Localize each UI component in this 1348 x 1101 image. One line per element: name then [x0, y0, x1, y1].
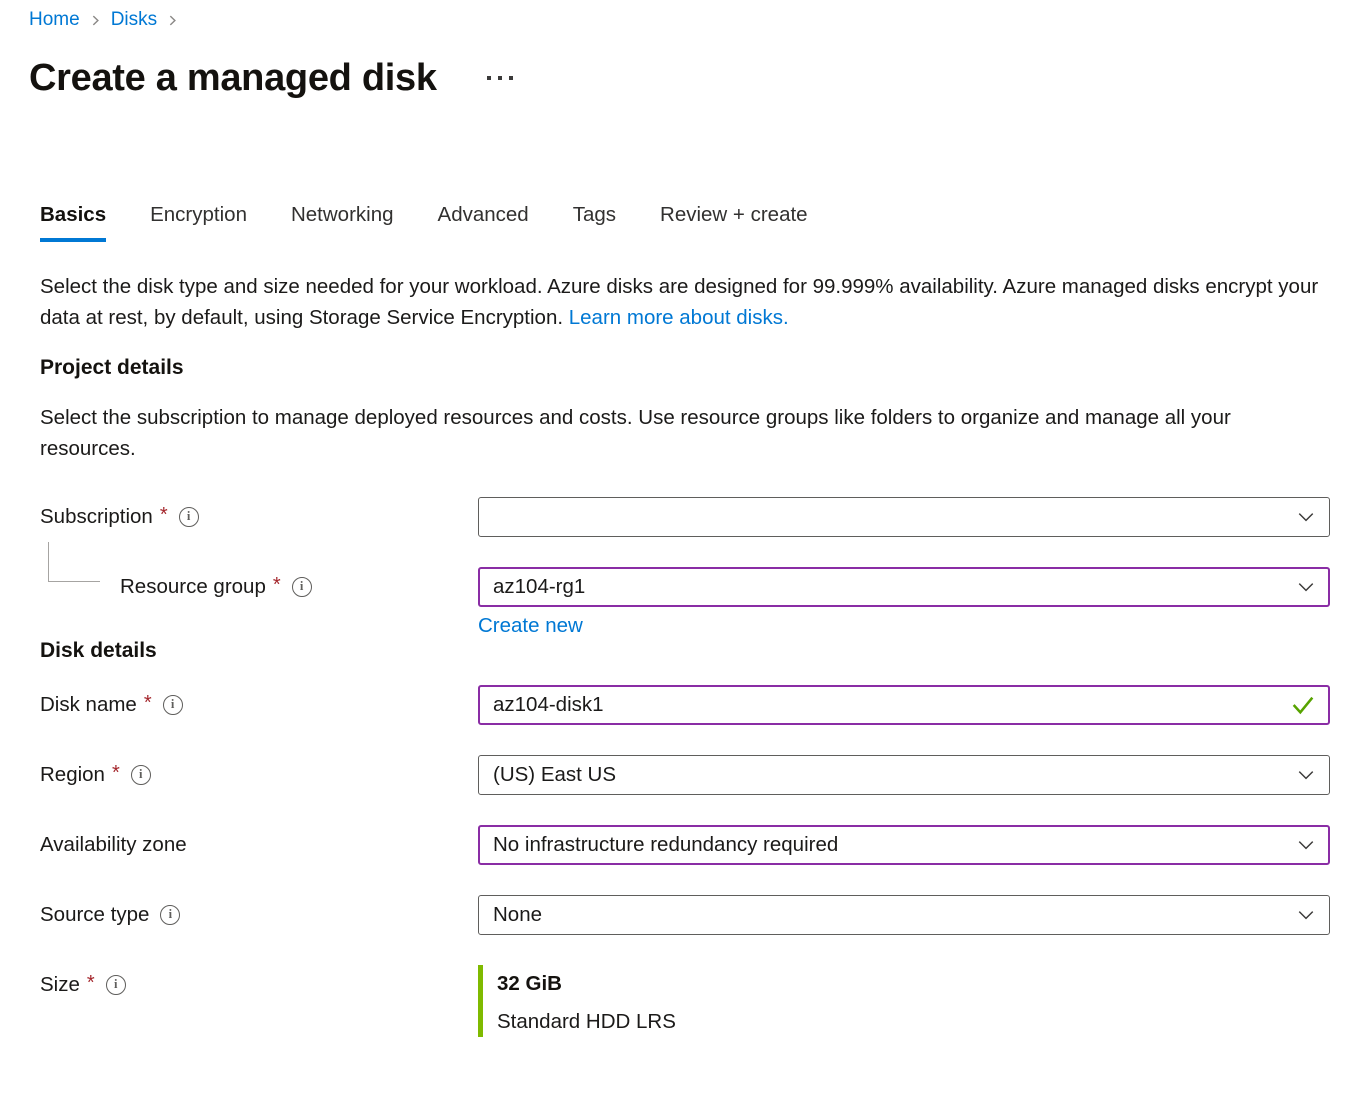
availability-zone-dropdown-value: No infrastructure redundancy required: [493, 833, 838, 857]
subscription-dropdown[interactable]: [478, 497, 1330, 537]
chevron-down-icon: [1297, 766, 1315, 784]
required-marker: *: [87, 972, 95, 995]
region-row: Region * i (US) East US: [40, 755, 1330, 795]
chevron-down-icon: [1297, 578, 1315, 596]
tab-strip: Basics Encryption Networking Advanced Ta…: [40, 202, 1330, 242]
availability-zone-row: Availability zone No infrastructure redu…: [40, 825, 1330, 865]
tab-encryption[interactable]: Encryption: [150, 202, 247, 242]
size-value: 32 GiB: [497, 972, 676, 996]
breadcrumb-link-disks[interactable]: Disks: [111, 9, 157, 31]
indent-connector: [48, 542, 100, 582]
info-icon[interactable]: i: [292, 577, 312, 597]
create-new-resource-group-link[interactable]: Create new: [478, 614, 583, 637]
required-marker: *: [160, 504, 168, 527]
tab-basics[interactable]: Basics: [40, 202, 106, 242]
required-marker: *: [144, 692, 152, 715]
source-type-label: Source type: [40, 903, 149, 927]
create-managed-disk-page: Home Disks Create a managed disk Basics …: [0, 0, 1348, 1037]
disk-name-input[interactable]: [493, 693, 1291, 717]
size-sku: Standard HDD LRS: [497, 1010, 676, 1034]
region-dropdown-value: (US) East US: [493, 763, 616, 787]
check-icon: [1291, 694, 1315, 716]
required-marker: *: [112, 762, 120, 785]
source-type-row: Source type i None: [40, 895, 1330, 935]
region-label: Region: [40, 763, 105, 787]
info-icon[interactable]: i: [106, 975, 126, 995]
source-type-dropdown[interactable]: None: [478, 895, 1330, 935]
resource-group-row: Resource group * i az104-rg1: [40, 567, 1330, 607]
info-icon[interactable]: i: [163, 695, 183, 715]
disk-name-row: Disk name * i: [40, 685, 1330, 725]
required-marker: *: [273, 574, 281, 597]
breadcrumb-link-home[interactable]: Home: [29, 9, 80, 31]
size-row: Size * i 32 GiB Standard HDD LRS: [40, 965, 1330, 1037]
learn-more-link[interactable]: Learn more about disks.: [569, 306, 789, 329]
chevron-down-icon: [1297, 508, 1315, 526]
disk-name-input-box: [478, 685, 1330, 725]
more-options-icon[interactable]: [485, 70, 515, 86]
disk-details-heading: Disk details: [40, 637, 1330, 665]
availability-zone-dropdown[interactable]: No infrastructure redundancy required: [478, 825, 1330, 865]
size-summary: 32 GiB Standard HDD LRS: [478, 965, 1330, 1037]
subscription-label: Subscription: [40, 505, 153, 529]
resource-group-dropdown[interactable]: az104-rg1: [478, 567, 1330, 607]
resource-group-dropdown-value: az104-rg1: [493, 575, 585, 599]
chevron-down-icon: [1297, 906, 1315, 924]
info-icon[interactable]: i: [179, 507, 199, 527]
info-icon[interactable]: i: [131, 765, 151, 785]
availability-zone-label: Availability zone: [40, 833, 187, 857]
resource-group-label: Resource group: [120, 575, 266, 599]
source-type-dropdown-value: None: [493, 903, 542, 927]
size-label: Size: [40, 973, 80, 997]
chevron-right-icon: [89, 14, 102, 27]
project-details-heading: Project details: [40, 354, 1330, 382]
info-icon[interactable]: i: [160, 905, 180, 925]
region-dropdown[interactable]: (US) East US: [478, 755, 1330, 795]
subscription-row: Subscription * i: [40, 497, 1330, 537]
tab-review-create[interactable]: Review + create: [660, 202, 808, 242]
tab-tags[interactable]: Tags: [573, 202, 616, 242]
chevron-right-icon: [166, 14, 179, 27]
tab-networking[interactable]: Networking: [291, 202, 394, 242]
tab-advanced[interactable]: Advanced: [438, 202, 529, 242]
page-title: Create a managed disk: [29, 56, 437, 100]
project-details-description: Select the subscription to manage deploy…: [40, 402, 1325, 464]
breadcrumb: Home Disks: [29, 8, 1330, 32]
intro-text: Select the disk type and size needed for…: [40, 271, 1325, 333]
disk-name-label: Disk name: [40, 693, 137, 717]
chevron-down-icon: [1297, 836, 1315, 854]
